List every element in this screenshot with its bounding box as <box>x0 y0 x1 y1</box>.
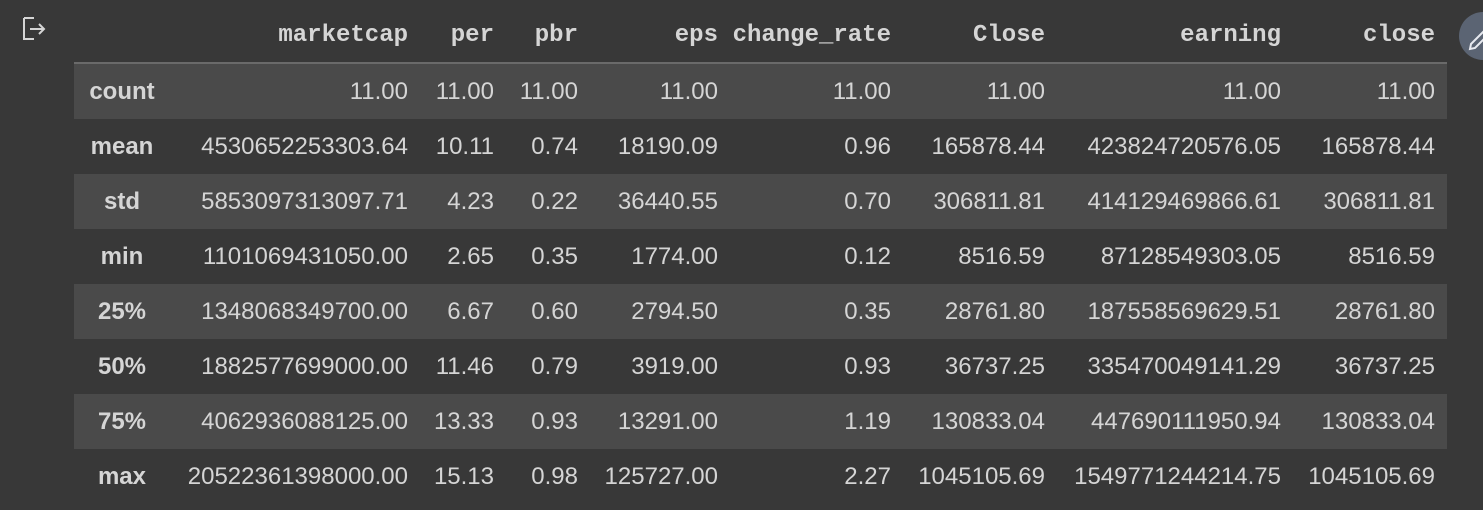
table-cell: 13291.00 <box>617 407 718 435</box>
table-cell: 423824720576.05 <box>1087 132 1281 160</box>
row-label: 50% <box>97 352 147 380</box>
table-cell: 0.35 <box>844 297 891 325</box>
table-cell: 11.00 <box>1222 77 1281 105</box>
row-label: min <box>100 242 144 270</box>
table-cell: 0.12 <box>844 242 891 270</box>
row-label: 25% <box>97 297 147 325</box>
table-cell: 0.93 <box>531 407 578 435</box>
table-cell: 28761.80 <box>944 297 1045 325</box>
table-cell: 11.00 <box>832 77 891 105</box>
table-cell: 1045105.69 <box>1308 462 1435 490</box>
column-header: eps <box>590 8 730 64</box>
column-header: close <box>1293 8 1447 64</box>
table-row: 50% 1882577699000.00 11.46 0.79 3919.00 … <box>74 339 1447 394</box>
table-cell: 87128549303.05 <box>1100 242 1281 270</box>
table-cell: 6.67 <box>447 297 494 325</box>
table-cell: 0.93 <box>844 352 891 380</box>
table-cell: 4062936088125.00 <box>201 407 408 435</box>
table-cell: 1882577699000.00 <box>201 352 408 380</box>
column-header: Close <box>903 8 1057 64</box>
table-cell: 36737.25 <box>1334 352 1435 380</box>
dataframe-table: marketcap per pbr eps change_rate Close … <box>74 8 1447 504</box>
table-row: count 11.00 11.00 11.00 11.00 11.00 11.0… <box>74 63 1447 119</box>
table-cell: 3919.00 <box>631 352 718 380</box>
table-cell: 130833.04 <box>931 407 1045 435</box>
table-cell: 125727.00 <box>604 462 718 490</box>
output-arrow-icon[interactable] <box>20 15 48 43</box>
table-cell: 0.96 <box>844 132 891 160</box>
table-cell: 13.33 <box>433 407 494 435</box>
table-cell: 18190.09 <box>617 132 718 160</box>
table-cell: 0.22 <box>531 187 578 215</box>
table-cell: 1101069431050.00 <box>202 242 408 270</box>
table-cell: 1.19 <box>844 407 891 435</box>
table-cell: 165878.44 <box>1321 132 1435 160</box>
table-cell: 0.98 <box>531 462 578 490</box>
table-cell: 36440.55 <box>617 187 718 215</box>
table-cell: 11.00 <box>435 77 494 105</box>
table-cell: 0.70 <box>844 187 891 215</box>
column-header: marketcap <box>178 8 420 64</box>
table-row: 75% 4062936088125.00 13.33 0.93 13291.00… <box>74 394 1447 449</box>
table-cell: 1774.00 <box>631 242 718 270</box>
table-cell: 11.00 <box>349 77 408 105</box>
table-cell: 0.79 <box>531 352 578 380</box>
table-cell: 28761.80 <box>1334 297 1435 325</box>
column-header: per <box>420 8 506 64</box>
row-label: count <box>89 77 155 105</box>
row-label: 75% <box>97 407 147 435</box>
table-cell: 8516.59 <box>1348 242 1435 270</box>
table-cell: 2.65 <box>447 242 494 270</box>
edit-button[interactable] <box>1459 12 1483 60</box>
table-cell: 0.35 <box>531 242 578 270</box>
table-cell: 4.23 <box>447 187 494 215</box>
table-cell: 165878.44 <box>931 132 1045 160</box>
table-cell: 1348068349700.00 <box>201 297 408 325</box>
table-cell: 11.00 <box>659 77 718 105</box>
table-cell: 4530652253303.64 <box>201 132 408 160</box>
table-cell: 130833.04 <box>1321 407 1435 435</box>
table-row: max 20522361398000.00 15.13 0.98 125727.… <box>74 449 1447 504</box>
table-cell: 447690111950.94 <box>1091 407 1281 435</box>
row-label: std <box>104 187 140 215</box>
table-cell: 1549771244214.75 <box>1074 462 1281 490</box>
table-cell: 20522361398000.00 <box>187 462 408 490</box>
table-cell: 11.00 <box>1376 77 1435 105</box>
table-cell: 414129469866.61 <box>1087 187 1281 215</box>
table-cell: 8516.59 <box>958 242 1045 270</box>
row-label: max <box>97 462 147 490</box>
table-cell: 187558569629.51 <box>1087 297 1281 325</box>
table-cell: 0.60 <box>531 297 578 325</box>
table-row: min 1101069431050.00 2.65 0.35 1774.00 0… <box>74 229 1447 284</box>
column-header: change_rate <box>730 8 903 64</box>
column-header: pbr <box>506 8 590 64</box>
column-header: earning <box>1057 8 1293 64</box>
table-cell: 1045105.69 <box>918 462 1045 490</box>
pencil-icon <box>1468 30 1483 51</box>
row-label: mean <box>90 132 154 160</box>
table-cell: 306811.81 <box>1323 187 1435 215</box>
table-cell: 11.00 <box>986 77 1045 105</box>
table-row: mean 4530652253303.64 10.11 0.74 18190.0… <box>74 119 1447 174</box>
table-cell: 10.11 <box>435 132 494 160</box>
table-cell: 11.00 <box>519 77 578 105</box>
index-header <box>74 8 178 64</box>
table-cell: 36737.25 <box>944 352 1045 380</box>
table-cell: 2.27 <box>844 462 891 490</box>
table-cell: 15.13 <box>433 462 494 490</box>
table-header-row: marketcap per pbr eps change_rate Close … <box>74 8 1447 64</box>
table-cell: 0.74 <box>531 132 578 160</box>
table-row: std 5853097313097.71 4.23 0.22 36440.55 … <box>74 174 1447 229</box>
table-cell: 2794.50 <box>631 297 718 325</box>
table-row: 25% 1348068349700.00 6.67 0.60 2794.50 0… <box>74 284 1447 339</box>
table-cell: 5853097313097.71 <box>201 187 408 215</box>
table-cell: 306811.81 <box>933 187 1045 215</box>
table-cell: 11.46 <box>435 352 494 380</box>
table-cell: 335470049141.29 <box>1087 352 1281 380</box>
